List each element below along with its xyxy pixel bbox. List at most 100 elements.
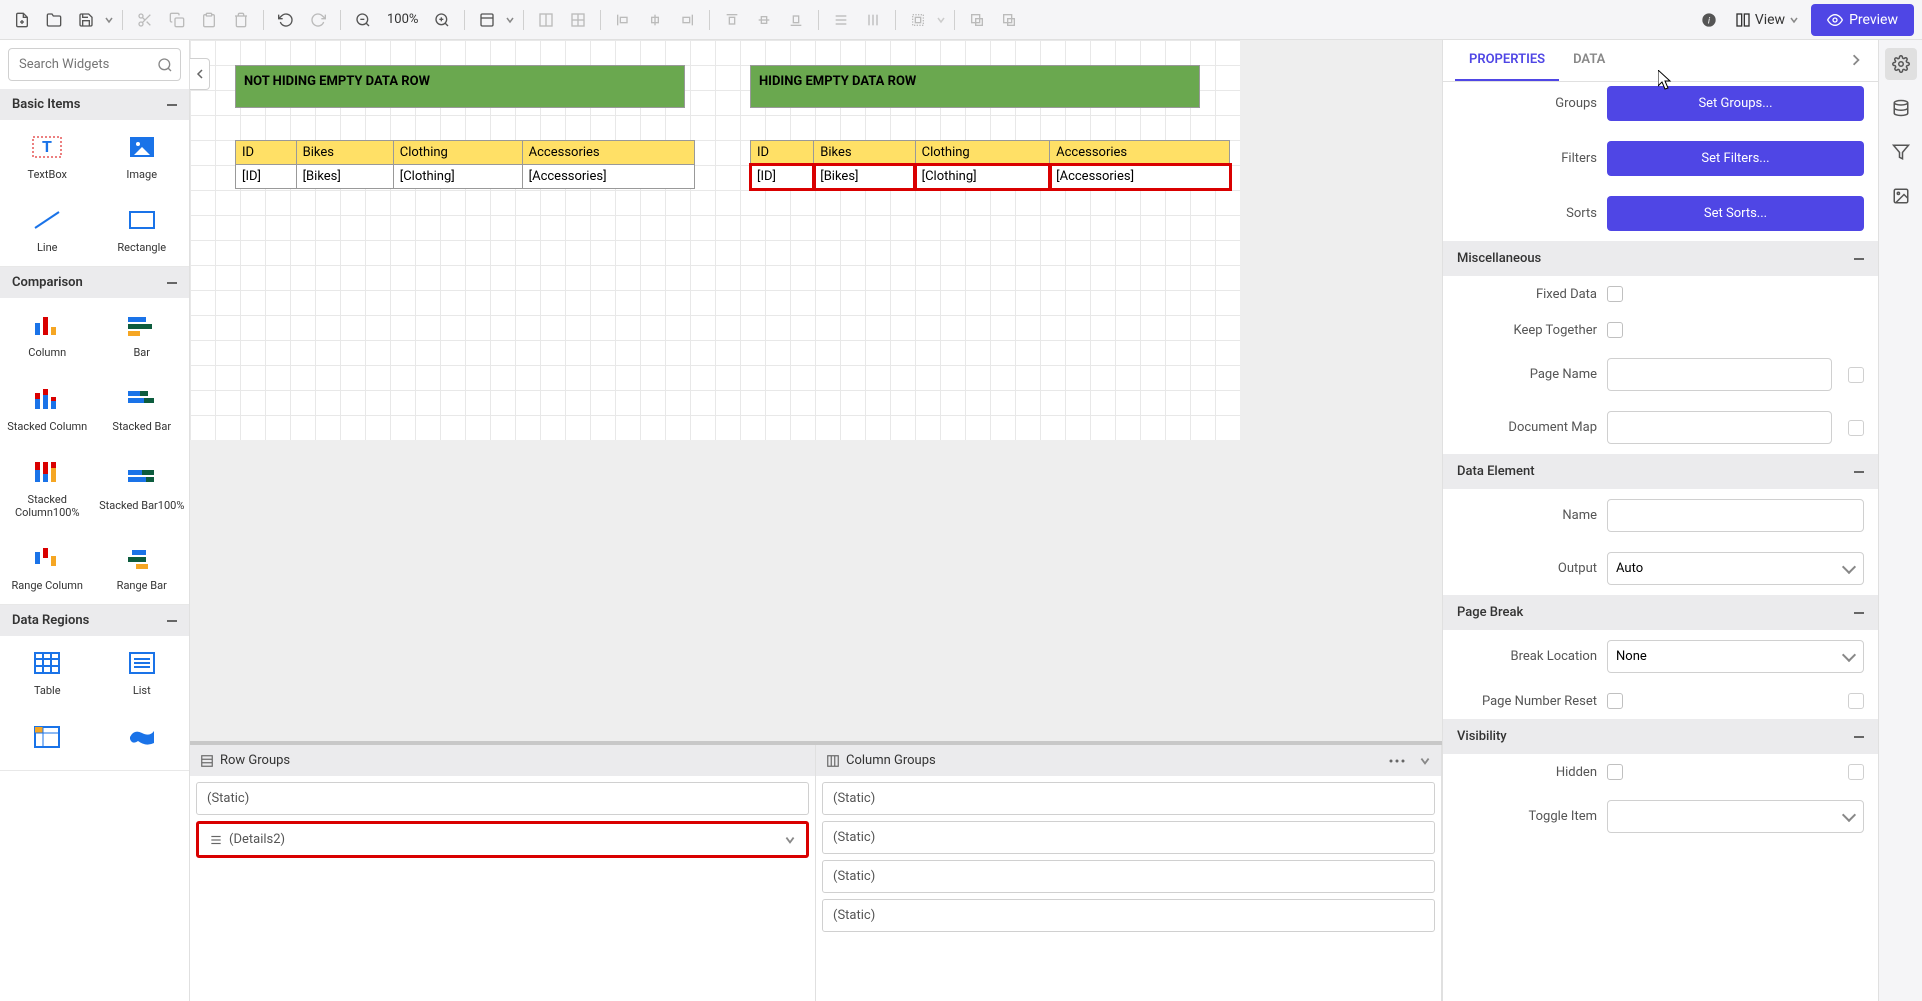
align-right-button[interactable] — [673, 6, 701, 34]
align-center-button[interactable] — [641, 6, 669, 34]
collapse-left-panel-button[interactable] — [190, 58, 210, 90]
widget-range-bar[interactable]: Range Bar — [95, 531, 190, 604]
widget-pivot[interactable] — [0, 710, 95, 770]
widget-line[interactable]: Line — [0, 193, 95, 266]
section-data-element[interactable]: Data Element — [1443, 454, 1878, 489]
collapse-icon — [167, 282, 177, 284]
toggle-item-select[interactable] — [1607, 800, 1864, 833]
send-back-button[interactable] — [995, 6, 1023, 34]
widget-stacked-bar-100[interactable]: Stacked Bar100% — [95, 445, 190, 531]
chevron-down-icon[interactable] — [1419, 755, 1431, 767]
set-filters-button[interactable]: Set Filters... — [1607, 141, 1864, 176]
redo-button[interactable] — [304, 6, 332, 34]
column-group-item[interactable]: (Static) — [822, 860, 1435, 893]
column-group-item[interactable]: (Static) — [822, 899, 1435, 932]
widget-table[interactable]: Table — [0, 636, 95, 709]
rail-data-button[interactable] — [1885, 92, 1917, 124]
search-input[interactable] — [8, 48, 181, 81]
split-cells-button[interactable] — [564, 6, 592, 34]
view-icon — [1735, 12, 1751, 28]
rail-properties-button[interactable] — [1885, 48, 1917, 80]
layout-button[interactable] — [473, 6, 501, 34]
undo-button[interactable] — [272, 6, 300, 34]
distribute-v-button[interactable] — [859, 6, 887, 34]
report-table-right[interactable]: IDBikesClothingAccessories [ID][Bikes][C… — [750, 140, 1230, 189]
hidden-checkbox[interactable] — [1607, 764, 1623, 780]
widget-textbox[interactable]: TTextBox — [0, 120, 95, 193]
chevron-down-icon[interactable] — [505, 15, 515, 25]
widget-map[interactable] — [95, 710, 190, 770]
report-table-left[interactable]: IDBikesClothingAccessories [ID][Bikes][C… — [235, 140, 695, 189]
widget-image[interactable]: Image — [95, 120, 190, 193]
cut-button[interactable] — [131, 6, 159, 34]
report-header-left[interactable]: NOT HIDING EMPTY DATA ROW — [235, 65, 685, 108]
design-canvas[interactable]: NOT HIDING EMPTY DATA ROW IDBikesClothin… — [190, 40, 1240, 440]
preview-button[interactable]: Preview — [1811, 4, 1914, 36]
separator — [340, 10, 341, 30]
open-file-button[interactable] — [40, 6, 68, 34]
data-element-name-input[interactable] — [1607, 499, 1864, 532]
column-group-item[interactable]: (Static) — [822, 821, 1435, 854]
collapse-icon — [1854, 471, 1864, 473]
report-header-right[interactable]: HIDING EMPTY DATA ROW — [750, 65, 1200, 108]
column-group-item[interactable]: (Static) — [822, 782, 1435, 815]
align-bottom-button[interactable] — [782, 6, 810, 34]
widget-column[interactable]: Column — [0, 298, 95, 371]
view-dropdown[interactable]: View — [1727, 12, 1807, 28]
rail-filter-button[interactable] — [1885, 136, 1917, 168]
info-button[interactable]: i — [1695, 6, 1723, 34]
size-button[interactable] — [904, 6, 932, 34]
chevron-down-icon[interactable] — [784, 834, 796, 846]
section-miscellaneous[interactable]: Miscellaneous — [1443, 241, 1878, 276]
widget-bar[interactable]: Bar — [95, 298, 190, 371]
bring-front-button[interactable] — [963, 6, 991, 34]
merge-cells-button[interactable] — [532, 6, 560, 34]
widget-stacked-column[interactable]: Stacked Column — [0, 372, 95, 445]
align-top-button[interactable] — [718, 6, 746, 34]
expression-button[interactable] — [1848, 693, 1864, 709]
tab-data[interactable]: DATA — [1559, 40, 1619, 81]
save-button[interactable] — [72, 6, 100, 34]
section-comparison[interactable]: Comparison — [0, 267, 189, 298]
keep-together-checkbox[interactable] — [1607, 322, 1623, 338]
widget-stacked-column-100[interactable]: Stacked Column100% — [0, 445, 95, 531]
section-basic-items[interactable]: Basic Items — [0, 89, 189, 120]
output-select[interactable]: Auto — [1607, 552, 1864, 585]
align-middle-button[interactable] — [750, 6, 778, 34]
row-group-item-selected[interactable]: (Details2) — [196, 821, 809, 858]
document-map-input[interactable] — [1607, 411, 1832, 444]
widget-range-column[interactable]: Range Column — [0, 531, 95, 604]
collapse-icon — [167, 620, 177, 622]
page-name-input[interactable] — [1607, 358, 1832, 391]
widget-rectangle[interactable]: Rectangle — [95, 193, 190, 266]
zoom-out-button[interactable] — [349, 6, 377, 34]
widget-stacked-bar[interactable]: Stacked Bar — [95, 372, 190, 445]
distribute-h-button[interactable] — [827, 6, 855, 34]
set-groups-button[interactable]: Set Groups... — [1607, 86, 1864, 121]
copy-button[interactable] — [163, 6, 191, 34]
chevron-down-icon[interactable] — [936, 15, 946, 25]
zoom-level[interactable]: 100% — [381, 12, 424, 27]
more-icon[interactable] — [1389, 759, 1405, 763]
rail-image-button[interactable] — [1885, 180, 1917, 212]
section-page-break[interactable]: Page Break — [1443, 595, 1878, 630]
set-sorts-button[interactable]: Set Sorts... — [1607, 196, 1864, 231]
tab-properties[interactable]: PROPERTIES — [1455, 40, 1559, 81]
new-file-button[interactable] — [8, 6, 36, 34]
section-data-regions[interactable]: Data Regions — [0, 605, 189, 636]
expand-panel-button[interactable] — [1846, 47, 1866, 74]
fixed-data-checkbox[interactable] — [1607, 286, 1623, 302]
section-visibility[interactable]: Visibility — [1443, 719, 1878, 754]
break-location-select[interactable]: None — [1607, 640, 1864, 673]
align-left-button[interactable] — [609, 6, 637, 34]
expression-button[interactable] — [1848, 367, 1864, 383]
zoom-in-button[interactable] — [428, 6, 456, 34]
paste-button[interactable] — [195, 6, 223, 34]
row-group-item[interactable]: (Static) — [196, 782, 809, 815]
expression-button[interactable] — [1848, 764, 1864, 780]
widget-list[interactable]: List — [95, 636, 190, 709]
page-number-reset-checkbox[interactable] — [1607, 693, 1623, 709]
delete-button[interactable] — [227, 6, 255, 34]
expression-button[interactable] — [1848, 420, 1864, 436]
chevron-down-icon[interactable] — [104, 15, 114, 25]
